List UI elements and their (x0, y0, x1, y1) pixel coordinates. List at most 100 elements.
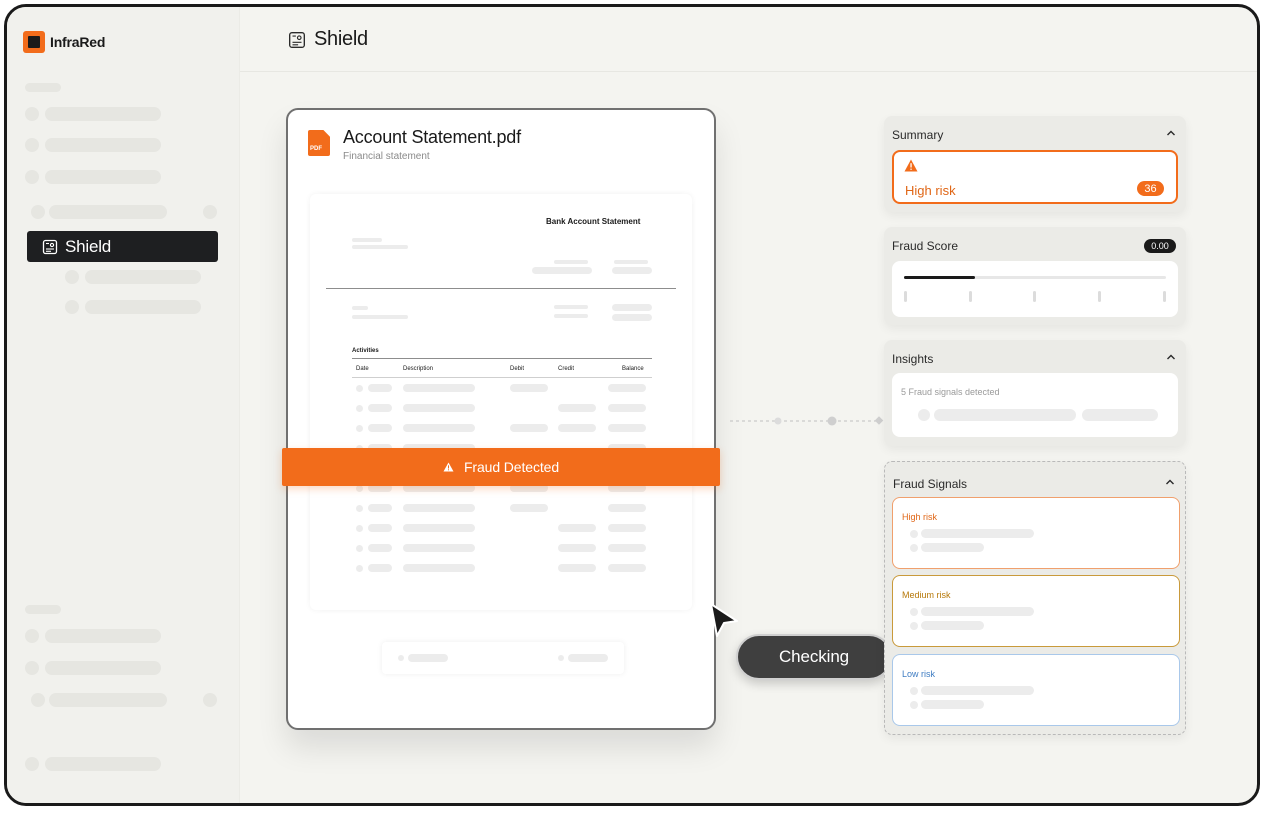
sidebar-item-placeholder-icon (25, 170, 39, 184)
signal-level-label: Low risk (902, 669, 936, 679)
column-header-debit: Debit (510, 366, 525, 372)
redacted-cell (608, 564, 646, 572)
redacted-text (568, 654, 608, 662)
redacted-text (352, 315, 408, 319)
sidebar-item-placeholder-icon (25, 138, 39, 152)
column-header-balance: Balance (622, 366, 644, 372)
sidebar-subitem-placeholder[interactable] (85, 300, 201, 314)
redacted-cell (403, 384, 475, 392)
sidebar-subitem-placeholder-icon (65, 270, 79, 284)
signal-card-low-risk[interactable]: Low risk (892, 654, 1180, 726)
score-tick (904, 291, 907, 302)
redacted-dot (356, 385, 363, 392)
insights-summary: 5 Fraud signals detected (901, 387, 1000, 397)
fraud-score-value: 0.00 (1144, 239, 1176, 253)
shield-document-icon (288, 31, 306, 49)
risk-summary-box[interactable]: High risk 36 (892, 150, 1178, 204)
sidebar-item-placeholder[interactable] (49, 693, 167, 707)
redacted-dot (398, 655, 404, 661)
summary-panel: Summary High risk 36 (884, 116, 1186, 212)
user-name-placeholder[interactable] (45, 757, 161, 771)
fraud-detected-banner: Fraud Detected (282, 448, 720, 486)
redacted-text (352, 245, 408, 249)
redacted-dot (558, 655, 564, 661)
redacted-text (554, 305, 588, 309)
sidebar-expand-placeholder-icon[interactable] (203, 205, 217, 219)
redacted-cell (608, 504, 646, 512)
checking-label: Checking (778, 647, 850, 666)
connector-end (874, 416, 884, 425)
statement-footer (382, 642, 624, 674)
sidebar-item-placeholder-icon (31, 205, 45, 219)
risk-level-label: High risk (905, 183, 956, 198)
redacted-text (612, 267, 652, 274)
redacted-cell (510, 504, 548, 512)
redacted-dot (356, 565, 363, 572)
chevron-up-icon[interactable] (1166, 353, 1176, 361)
score-tick (1098, 291, 1101, 302)
redacted-dot (356, 405, 363, 412)
sidebar-expand-placeholder-icon[interactable] (203, 693, 217, 707)
redacted-cell (608, 524, 646, 532)
sidebar-item-placeholder[interactable] (49, 205, 167, 219)
sidebar-section-placeholder (25, 605, 61, 614)
fraud-detected-label: Fraud Detected (463, 459, 560, 475)
warning-icon (443, 462, 454, 472)
redacted-cell (558, 544, 596, 552)
sidebar-item-placeholder[interactable] (45, 107, 161, 121)
redacted-text (532, 267, 592, 274)
connector-node (774, 417, 782, 425)
signal-placeholder-dot (910, 622, 918, 630)
signal-card-medium-risk[interactable]: Medium risk (892, 575, 1180, 647)
signal-card-high-risk[interactable]: High risk (892, 497, 1180, 569)
page-header: Shield (240, 7, 1257, 72)
document-preview-card[interactable]: PDF Account Statement.pdf Financial stat… (286, 108, 716, 730)
signal-placeholder-dot (910, 530, 918, 538)
chevron-up-icon[interactable] (1165, 478, 1175, 486)
redacted-cell (368, 424, 392, 432)
chevron-up-icon[interactable] (1166, 129, 1176, 137)
signal-placeholder-dot (910, 608, 918, 616)
pdf-file-icon: PDF (308, 130, 330, 156)
redacted-dot (356, 545, 363, 552)
sidebar-item-shield[interactable]: Shield (27, 231, 218, 262)
table-header-rule (352, 377, 652, 378)
score-tick (969, 291, 972, 302)
redacted-cell (558, 424, 596, 432)
signal-placeholder (921, 607, 1034, 616)
sidebar-item-placeholder[interactable] (45, 661, 161, 675)
fraud-signals-panel: Fraud Signals High risk Medium risk Low … (884, 461, 1186, 735)
pdf-badge: PDF (310, 146, 322, 152)
redacted-cell (368, 524, 392, 532)
table-top-rule (352, 358, 652, 359)
document-file-name: Account Statement.pdf (343, 127, 521, 147)
statement-title: Bank Account Statement (546, 217, 641, 226)
redacted-cell (558, 404, 596, 412)
signal-placeholder (921, 529, 1034, 538)
column-header-date: Date (356, 366, 369, 372)
column-header-description: Description (403, 366, 434, 372)
sidebar-item-placeholder[interactable] (45, 629, 161, 643)
connector-line (730, 416, 884, 426)
redacted-text (352, 238, 382, 242)
insights-box: 5 Fraud signals detected (892, 373, 1178, 437)
insight-placeholder (934, 409, 1076, 421)
sidebar-subitem-placeholder-icon (65, 300, 79, 314)
fraud-score-fill (904, 276, 975, 279)
sidebar-item-placeholder[interactable] (45, 138, 161, 152)
signal-placeholder-dot (910, 544, 918, 552)
warning-icon (904, 159, 918, 172)
redacted-cell (368, 404, 392, 412)
user-avatar-placeholder[interactable] (25, 757, 39, 771)
sidebar-item-placeholder-icon (25, 107, 39, 121)
fraud-score-track (904, 276, 1166, 279)
sidebar-divider (239, 7, 240, 803)
sidebar-subitem-placeholder[interactable] (85, 270, 201, 284)
mouse-cursor-icon (710, 603, 738, 637)
checking-status-pill: Checking (736, 634, 892, 680)
sidebar-item-placeholder[interactable] (45, 170, 161, 184)
redacted-cell (608, 424, 646, 432)
redacted-text (352, 306, 368, 310)
signal-level-label: High risk (902, 512, 938, 522)
connector-node (827, 416, 837, 426)
